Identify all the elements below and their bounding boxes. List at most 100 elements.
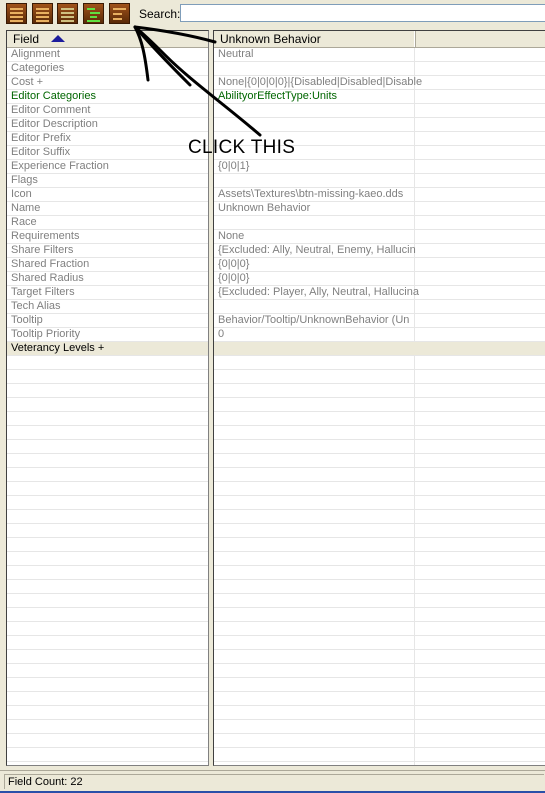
empty-row xyxy=(7,594,208,608)
annotation-text: CLICK THIS xyxy=(188,137,296,158)
field-row[interactable]: Target Filters xyxy=(7,286,208,300)
field-row[interactable]: Flags xyxy=(7,174,208,188)
field-count: Field Count: 22 xyxy=(4,774,544,789)
value-row[interactable]: Behavior/Tooltip/UnknownBehavior (Un xyxy=(214,314,545,328)
empty-row xyxy=(214,552,545,566)
field-column-header[interactable]: Field xyxy=(7,31,208,47)
value-row[interactable]: {0|0|0} xyxy=(214,258,545,272)
field-row[interactable]: Editor Description xyxy=(7,118,208,132)
empty-row xyxy=(7,706,208,720)
field-row[interactable]: Veterancy Levels + xyxy=(7,342,208,356)
empty-row xyxy=(214,398,545,412)
value-list-header: Unknown Behavior xyxy=(214,31,545,48)
value-row[interactable]: {Excluded: Ally, Neutral, Enemy, Halluci… xyxy=(214,244,545,258)
field-row[interactable]: Editor Comment xyxy=(7,104,208,118)
empty-row xyxy=(7,398,208,412)
view-mode-1-button[interactable] xyxy=(6,3,27,24)
empty-row xyxy=(7,356,208,370)
empty-row xyxy=(214,664,545,678)
empty-row xyxy=(214,356,545,370)
empty-row xyxy=(214,538,545,552)
field-row[interactable]: Cost + xyxy=(7,76,208,90)
value-row[interactable]: AbilityorEffectType:Units xyxy=(214,90,545,104)
empty-row xyxy=(7,734,208,748)
field-row[interactable]: Editor Suffix xyxy=(7,146,208,160)
empty-row xyxy=(7,538,208,552)
search-input[interactable] xyxy=(180,4,545,22)
value-row[interactable]: Assets\Textures\btn-missing-kaeo.dds xyxy=(214,188,545,202)
empty-row xyxy=(214,650,545,664)
value-row[interactable]: None|{0|0|0|0}|{Disabled|Disabled|Disabl… xyxy=(214,76,545,90)
toolbar: Search: xyxy=(0,0,545,28)
value-row[interactable]: {0|0|0} xyxy=(214,272,545,286)
value-row[interactable] xyxy=(214,342,545,356)
field-row[interactable]: Editor Prefix xyxy=(7,132,208,146)
status-bar: Field Count: 22 xyxy=(0,770,545,793)
value-row[interactable] xyxy=(214,300,545,314)
value-row[interactable]: None xyxy=(214,230,545,244)
empty-row xyxy=(214,440,545,454)
empty-row xyxy=(214,594,545,608)
value-row[interactable] xyxy=(214,104,545,118)
field-row[interactable]: Name xyxy=(7,202,208,216)
field-row[interactable]: Requirements xyxy=(7,230,208,244)
empty-row xyxy=(7,384,208,398)
field-row[interactable]: Icon xyxy=(7,188,208,202)
sort-ascending-icon xyxy=(51,35,66,42)
value-row[interactable]: Unknown Behavior xyxy=(214,202,545,216)
empty-row xyxy=(7,580,208,594)
field-list[interactable]: Field Alignment Categories Cost + Editor Ca… xyxy=(6,30,209,766)
empty-row xyxy=(214,636,545,650)
field-row[interactable]: Categories xyxy=(7,62,208,76)
empty-row xyxy=(214,468,545,482)
value-row[interactable]: {Excluded: Player, Ally, Neutral, Halluc… xyxy=(214,286,545,300)
empty-row xyxy=(214,412,545,426)
field-row[interactable]: Race xyxy=(7,216,208,230)
value-row[interactable] xyxy=(214,62,545,76)
empty-row xyxy=(7,426,208,440)
empty-row xyxy=(7,720,208,734)
empty-row xyxy=(7,678,208,692)
field-rows: Alignment Categories Cost + Editor Categori… xyxy=(7,48,208,762)
view-mode-4-button[interactable] xyxy=(83,3,104,24)
empty-row xyxy=(214,720,545,734)
field-list-header: Field xyxy=(7,31,208,48)
empty-row xyxy=(7,748,208,762)
field-row[interactable]: Shared Fraction xyxy=(7,258,208,272)
empty-row xyxy=(7,636,208,650)
empty-row xyxy=(7,524,208,538)
empty-row xyxy=(214,370,545,384)
field-row[interactable]: Share Filters xyxy=(7,244,208,258)
view-mode-3-button[interactable] xyxy=(57,3,78,24)
value-row[interactable] xyxy=(214,118,545,132)
value-column-header[interactable]: Unknown Behavior xyxy=(214,31,416,47)
empty-row xyxy=(214,580,545,594)
empty-row xyxy=(214,384,545,398)
empty-row xyxy=(7,496,208,510)
view-mode-5-button[interactable] xyxy=(109,3,130,24)
empty-row xyxy=(214,426,545,440)
empty-row xyxy=(7,468,208,482)
field-row[interactable]: Alignment xyxy=(7,48,208,62)
view-mode-2-button[interactable] xyxy=(32,3,53,24)
empty-row xyxy=(7,566,208,580)
empty-row xyxy=(7,370,208,384)
value-row[interactable] xyxy=(214,174,545,188)
field-row[interactable]: Tooltip xyxy=(7,314,208,328)
field-row[interactable]: Editor Categories xyxy=(7,90,208,104)
field-row[interactable]: Tooltip Priority xyxy=(7,328,208,342)
empty-row xyxy=(7,664,208,678)
value-row[interactable]: Neutral xyxy=(214,48,545,62)
value-row[interactable] xyxy=(214,216,545,230)
empty-row xyxy=(7,510,208,524)
empty-row xyxy=(214,482,545,496)
field-row[interactable]: Shared Radius xyxy=(7,272,208,286)
field-row[interactable]: Tech Alias xyxy=(7,300,208,314)
field-row[interactable]: Experience Fraction xyxy=(7,160,208,174)
value-row[interactable]: {0|0|1} xyxy=(214,160,545,174)
empty-row xyxy=(214,748,545,762)
empty-row xyxy=(7,552,208,566)
search-label: Search: xyxy=(139,7,181,21)
value-row[interactable]: 0 xyxy=(214,328,545,342)
empty-row xyxy=(214,678,545,692)
